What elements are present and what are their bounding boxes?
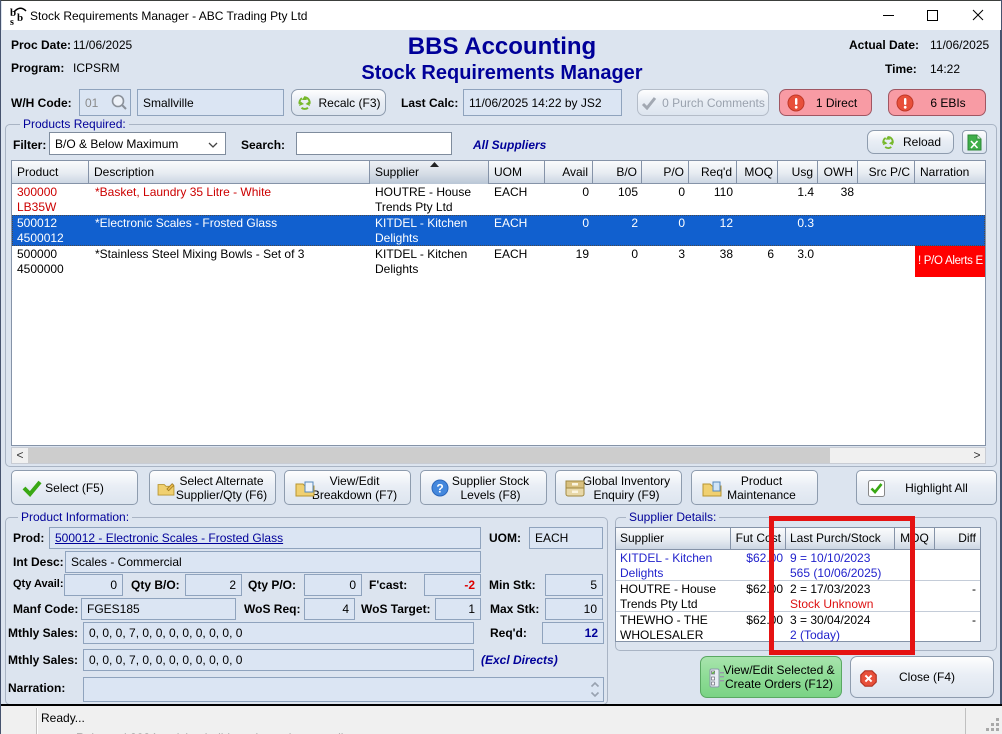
svg-text:s: s [10,17,14,25]
svg-text:?: ? [436,482,443,496]
svg-text:b: b [17,12,23,24]
